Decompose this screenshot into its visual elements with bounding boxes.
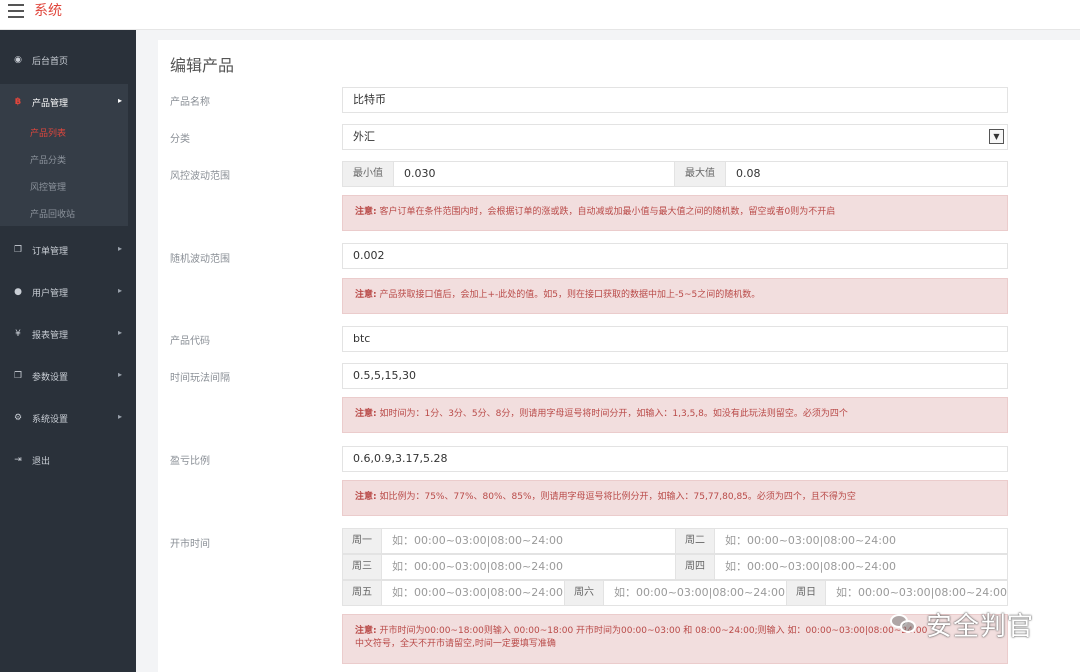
sidebar-item-label: 订单管理 xyxy=(32,246,69,257)
watermark-text: 安全判官 xyxy=(926,611,1035,642)
sidebar: ◉ 后台首页 ฿ 产品管理 ▸ 产品列表 产品分类 风控管理 产品回收站 ❐ 订… xyxy=(0,30,136,672)
note-prefix: 注意: xyxy=(355,409,377,419)
market-hours-thu-input[interactable]: 如：00:00~03:00|08:00~24:00 xyxy=(714,554,1008,580)
note-prefix: 注意: xyxy=(355,290,377,300)
day-addon-mon: 周一 xyxy=(342,528,382,554)
max-value-addon: 最大值 xyxy=(674,161,726,187)
market-hours-mon-input[interactable]: 如：00:00~03:00|08:00~24:00 xyxy=(381,528,676,554)
sidebar-subitem-recycle-bin[interactable]: 产品回收站 xyxy=(30,207,75,220)
sidebar-item-label: 后台首页 xyxy=(32,56,69,67)
page-title: 编辑产品 xyxy=(170,56,235,75)
day-addon-sat: 周六 xyxy=(564,580,604,606)
copy-icon: ❐ xyxy=(13,371,23,381)
market-hours-tue-input[interactable]: 如：00:00~03:00|08:00~24:00 xyxy=(714,528,1008,554)
risk-range-note: 注意: 客户订单在条件范围内时，会根据订单的涨或跌，自动减或加最小值与最大值之间… xyxy=(342,195,1008,231)
top-bar: 系统 xyxy=(0,0,1080,30)
random-range-note: 注意: 产品获取接口值后，会加上+-此处的值。如5，则在接口获取的数据中加上-5… xyxy=(342,278,1008,314)
random-range-input[interactable]: 0.002 xyxy=(342,243,1008,269)
sidebar-subitem-risk-control[interactable]: 风控管理 xyxy=(30,180,66,193)
sidebar-item-logout[interactable]: ⇥ 退出 xyxy=(0,445,136,475)
risk-range-label: 风控波动范围 xyxy=(170,171,230,182)
profit-ratio-label: 盈亏比例 xyxy=(170,456,210,467)
note-prefix: 注意: xyxy=(355,207,377,217)
day-addon-wed: 周三 xyxy=(342,554,382,580)
day-addon-thu: 周四 xyxy=(675,554,715,580)
market-hours-sat-input[interactable]: 如：00:00~03:00|08:00~24:00 xyxy=(603,580,787,606)
watermark: 安全判官 xyxy=(890,608,1060,642)
market-hours-sun-input[interactable]: 如：00:00~03:00|08:00~24:00 xyxy=(825,580,1008,606)
category-selected-value: 外汇 xyxy=(353,130,375,143)
min-value-input[interactable]: 0.030 xyxy=(393,161,675,187)
sidebar-item-label: 参数设置 xyxy=(32,372,69,383)
random-range-label: 随机波动范围 xyxy=(170,254,230,265)
wechat-icon xyxy=(890,612,918,636)
note-text: 如时间为：1分、3分、5分、8分，则请用字母逗号将时间分开，如输入：1,3,5,… xyxy=(379,409,848,419)
chevron-down-icon[interactable]: ▼ xyxy=(989,129,1004,144)
sidebar-item-label: 报表管理 xyxy=(32,330,69,341)
product-name-input[interactable]: 比特币 xyxy=(342,87,1008,113)
sign-out-icon: ⇥ xyxy=(14,455,22,465)
chevron-right-icon: ▸ xyxy=(117,370,122,379)
market-hours-fri-input[interactable]: 如：00:00~03:00|08:00~24:00 xyxy=(381,580,565,606)
chevron-right-icon: ▸ xyxy=(117,244,122,253)
day-addon-sun: 周日 xyxy=(786,580,826,606)
sidebar-item-label: 系统设置 xyxy=(32,414,69,425)
profit-ratio-input[interactable]: 0.6,0.9,3.17,5.28 xyxy=(342,446,1008,472)
time-interval-input[interactable]: 0.5,5,15,30 xyxy=(342,363,1008,389)
chevron-right-icon: ▸ xyxy=(117,96,122,105)
category-select[interactable]: 外汇 ▼ xyxy=(342,124,1008,150)
max-value-input[interactable]: 0.08 xyxy=(725,161,1008,187)
sidebar-item-orders[interactable]: ❐ 订单管理 ▸ xyxy=(0,235,136,265)
copy-icon: ❐ xyxy=(13,245,23,255)
chevron-right-icon: ▸ xyxy=(117,286,122,295)
note-text-line2: 中文符号，全天不开市请留空,时间一定要填写准确 xyxy=(355,639,556,649)
yen-icon: ¥ xyxy=(15,329,21,339)
sidebar-subitem-product-list[interactable]: 产品列表 xyxy=(30,126,66,139)
category-label: 分类 xyxy=(170,134,190,145)
day-addon-tue: 周二 xyxy=(675,528,715,554)
note-prefix: 注意: xyxy=(355,626,377,636)
sidebar-item-system[interactable]: ⚙ 系统设置 ▸ xyxy=(0,403,136,433)
note-text: 产品获取接口值后，会加上+-此处的值。如5，则在接口获取的数据中加上-5~5之间… xyxy=(379,290,761,300)
note-text: 如比例为：75%、77%、80%、85%，则请用字母逗号将比例分开，如输入：75… xyxy=(379,492,856,502)
edit-product-panel: 编辑产品 产品名称 比特币 分类 外汇 ▼ 风控波动范围 最小值 0.030 最… xyxy=(158,40,1080,672)
sidebar-subitem-product-category[interactable]: 产品分类 xyxy=(30,153,66,166)
chevron-right-icon: ▸ xyxy=(117,412,122,421)
sidebar-item-label: 用户管理 xyxy=(32,288,69,299)
sidebar-item-parameters[interactable]: ❐ 参数设置 ▸ xyxy=(0,361,136,391)
sidebar-item-products[interactable]: ฿ 产品管理 ▸ xyxy=(0,87,136,117)
chevron-right-icon: ▸ xyxy=(117,328,122,337)
brand-title: 系统 xyxy=(34,3,62,19)
user-icon: ● xyxy=(14,287,22,297)
product-code-input[interactable]: btc xyxy=(342,326,1008,352)
sidebar-item-dashboard[interactable]: ◉ 后台首页 xyxy=(0,45,136,75)
dashboard-icon: ◉ xyxy=(14,55,22,65)
note-text: 客户订单在条件范围内时，会根据订单的涨或跌，自动减或加最小值与最大值之间的随机数… xyxy=(379,207,836,217)
time-interval-note: 注意: 如时间为：1分、3分、5分、8分，则请用字母逗号将时间分开，如输入：1,… xyxy=(342,397,1008,433)
time-interval-label: 时间玩法间隔 xyxy=(170,373,230,384)
market-hours-wed-input[interactable]: 如：00:00~03:00|08:00~24:00 xyxy=(381,554,676,580)
sidebar-item-reports[interactable]: ¥ 报表管理 ▸ xyxy=(0,319,136,349)
min-value-addon: 最小值 xyxy=(342,161,394,187)
product-name-label: 产品名称 xyxy=(170,97,210,108)
note-text: 开市时间为00:00~18:00则输入 00:00~18:00 开市时间为00:… xyxy=(379,626,928,636)
market-hours-label: 开市时间 xyxy=(170,539,210,550)
sidebar-item-users[interactable]: ● 用户管理 ▸ xyxy=(0,277,136,307)
gears-icon: ⚙ xyxy=(13,413,23,423)
bitcoin-icon: ฿ xyxy=(14,97,22,107)
note-prefix: 注意: xyxy=(355,492,377,502)
product-code-label: 产品代码 xyxy=(170,336,210,347)
day-addon-fri: 周五 xyxy=(342,580,382,606)
sidebar-item-label: 退出 xyxy=(32,456,51,467)
hamburger-icon[interactable] xyxy=(8,4,24,18)
profit-ratio-note: 注意: 如比例为：75%、77%、80%、85%，则请用字母逗号将比例分开，如输… xyxy=(342,480,1008,516)
sidebar-item-label: 产品管理 xyxy=(32,98,69,109)
